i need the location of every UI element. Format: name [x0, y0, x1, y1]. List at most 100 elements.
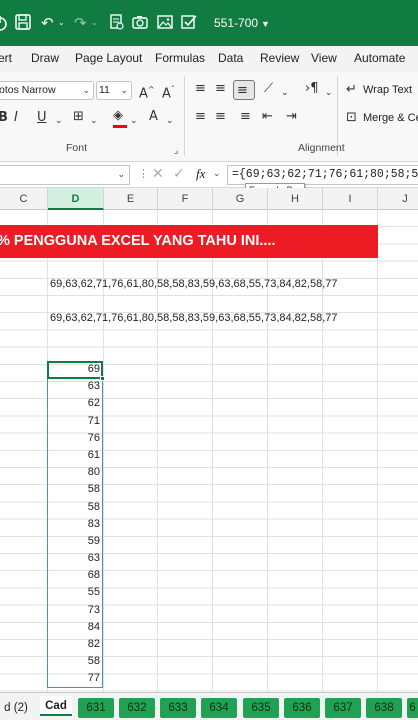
insert-function-button[interactable]: fx [196, 166, 205, 182]
formula-input[interactable]: ={69;63;62;71;76;61;80;58;58;5 [227, 165, 418, 185]
cell-value[interactable]: 83 [48, 516, 103, 533]
cell-value[interactable]: 55 [48, 584, 103, 601]
sheet-tab-previous[interactable]: d (2) [0, 698, 35, 718]
cell-value[interactable]: 58 [48, 653, 103, 670]
column-header-i[interactable]: I [323, 188, 378, 210]
font-size-select[interactable]: 11 ⌄ [96, 81, 132, 100]
redo-icon[interactable]: ↷ [74, 13, 87, 33]
cell-value[interactable]: 80 [48, 464, 103, 481]
redo-dropdown-icon[interactable]: ⌄ [91, 13, 98, 33]
sheet-tab[interactable]: 631 [78, 698, 114, 718]
cell-value[interactable]: 82 [48, 636, 103, 653]
text-direction-icon[interactable]: ›¶ [305, 81, 318, 97]
wrap-text-button[interactable]: Wrap Text [363, 84, 412, 96]
cell-value[interactable]: 73 [48, 602, 103, 619]
check-icon[interactable] [181, 13, 197, 33]
borders-icon[interactable]: ⊞ [73, 109, 84, 125]
name-box[interactable]: ⌄ [0, 165, 130, 185]
font-color-icon[interactable]: A [149, 109, 158, 125]
align-top-icon[interactable]: ≡ [195, 81, 206, 97]
banner-text: % PENGGUNA EXCEL YANG TAHU INI.... [0, 233, 276, 249]
tab-draw[interactable]: Draw [31, 51, 59, 65]
tab-automate[interactable]: Automate [354, 51, 405, 65]
file-title[interactable]: 551-700 ▼ [214, 15, 270, 32]
decrease-font-icon[interactable]: Aˇ [162, 82, 175, 102]
enter-icon[interactable]: ✓ [173, 166, 185, 182]
align-center-icon[interactable]: ≡ [215, 109, 226, 125]
cell-value[interactable]: 68 [48, 567, 103, 584]
column-header-g[interactable]: G [213, 188, 268, 210]
undo-dropdown-icon[interactable]: ⌄ [58, 13, 65, 33]
increase-indent-icon[interactable]: ⇥ [286, 109, 297, 125]
sheet-tab[interactable]: 637 [325, 698, 361, 718]
font-dialog-launcher-icon[interactable]: ⌟ [174, 143, 178, 159]
cell-value[interactable]: 84 [48, 619, 103, 636]
tab-insert[interactable]: ert [0, 51, 12, 65]
chevron-down-icon[interactable]: ⌄ [213, 168, 221, 179]
chevron-down-icon[interactable]: ⌄ [90, 113, 98, 129]
chevron-down-icon[interactable]: ⌄ [281, 85, 289, 101]
tab-formulas[interactable]: Formulas [155, 51, 205, 65]
sheet-tab[interactable]: 636 [284, 698, 320, 718]
tab-data[interactable]: Data [218, 51, 243, 65]
sheet-tab-current[interactable]: Cad [40, 696, 72, 716]
merge-center-button[interactable]: Merge & Ce [363, 112, 418, 124]
sheet-tab[interactable]: 633 [160, 698, 196, 718]
sheet-tab[interactable]: 6 [407, 698, 418, 718]
cell-text-row-1[interactable]: 69,63,62,71,76,61,80,58,58,83,59,63,68,5… [50, 277, 337, 291]
align-middle-icon[interactable]: ≡ [215, 81, 226, 97]
italic-icon[interactable]: I [14, 110, 18, 126]
column-header-f[interactable]: F [158, 188, 213, 210]
sheet-tab[interactable]: 635 [243, 698, 279, 718]
power-icon[interactable] [0, 13, 10, 33]
cancel-icon[interactable]: ✕ [152, 166, 164, 182]
banner-cell[interactable]: % PENGGUNA EXCEL YANG TAHU INI.... [0, 225, 378, 258]
underline-icon[interactable]: U [37, 110, 47, 126]
sheet-tab[interactable]: 638 [366, 698, 402, 718]
cell-value[interactable]: 76 [48, 430, 103, 447]
cell-value[interactable]: 71 [48, 413, 103, 430]
undo-icon[interactable]: ↶ [41, 13, 54, 33]
tab-view[interactable]: View [311, 51, 337, 65]
chevron-down-icon[interactable]: ⌄ [55, 113, 63, 129]
align-left-icon[interactable]: ≡ [195, 109, 206, 125]
tab-page-layout[interactable]: Page Layout [75, 51, 142, 65]
merge-center-icon[interactable]: ⊡ [346, 110, 357, 126]
fill-handle[interactable] [100, 376, 105, 381]
chevron-down-icon[interactable]: ⌄ [166, 113, 174, 129]
cell-text-row-2[interactable]: 69,63,62,71,76,61,80,58,58,83,59,63,68,5… [50, 311, 337, 325]
align-right-icon[interactable]: ≡ [240, 109, 251, 125]
cell-value[interactable]: 63 [48, 550, 103, 567]
cell-value[interactable]: 63 [48, 378, 103, 395]
chevron-down-icon[interactable]: ⌄ [325, 85, 333, 101]
cell-value[interactable]: 69 [48, 361, 103, 378]
chevron-down-icon[interactable]: ⌄ [130, 113, 138, 129]
wrap-text-icon[interactable]: ↵ [346, 82, 357, 98]
fill-color-icon[interactable]: ◈ [113, 108, 123, 124]
font-name-select[interactable]: otos Narrow ⌄ [0, 81, 94, 100]
column-header-c[interactable]: C [0, 188, 48, 210]
decrease-indent-icon[interactable]: ⇤ [262, 109, 273, 125]
increase-font-icon[interactable]: A^ [139, 82, 155, 102]
column-header-e[interactable]: E [104, 188, 158, 210]
cell-value[interactable]: 61 [48, 447, 103, 464]
cell-value[interactable]: 58 [48, 481, 103, 498]
print-preview-icon[interactable] [110, 13, 124, 33]
font-size-value: 11 [99, 84, 110, 96]
column-header-h[interactable]: H [268, 188, 323, 210]
bold-icon[interactable]: B [0, 110, 8, 126]
orientation-icon[interactable]: ⟋ [264, 81, 273, 97]
cell-value[interactable]: 58 [48, 499, 103, 516]
cell-value[interactable]: 59 [48, 533, 103, 550]
cell-value[interactable]: 62 [48, 395, 103, 412]
column-header-d[interactable]: D [48, 188, 104, 210]
file-title-text: 551-700 [214, 16, 259, 30]
save-icon[interactable] [15, 13, 31, 33]
camera-icon[interactable] [132, 13, 148, 33]
sheet-tab[interactable]: 634 [201, 698, 237, 718]
tab-review[interactable]: Review [260, 51, 299, 65]
cell-value[interactable]: 77 [48, 670, 103, 687]
sheet-tab[interactable]: 632 [119, 698, 155, 718]
picture-icon[interactable] [157, 13, 173, 33]
column-header-j[interactable]: J [378, 188, 418, 210]
